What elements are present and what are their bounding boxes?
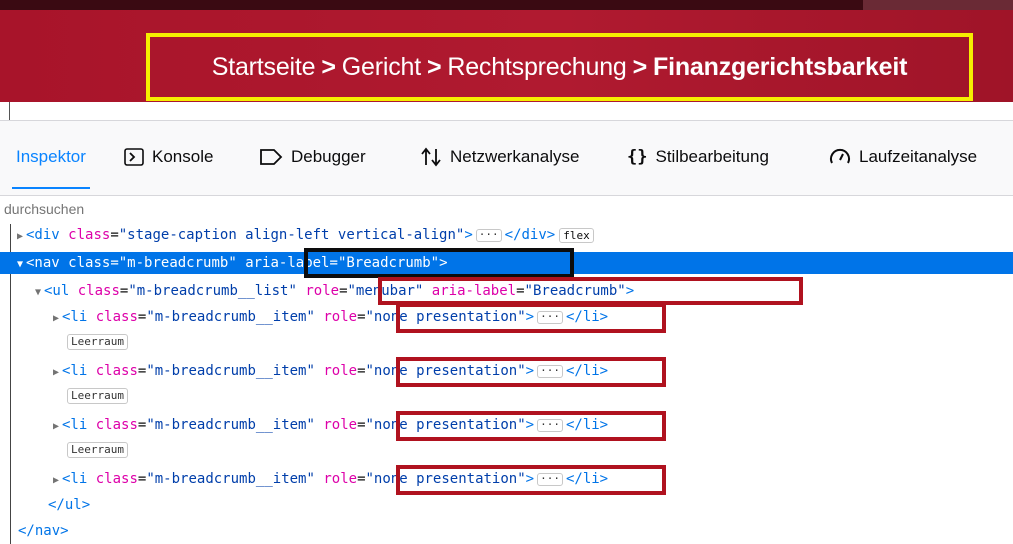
tab-konsole[interactable]: Konsole (124, 147, 213, 167)
expand-triangle-icon[interactable]: ▶ (14, 226, 26, 248)
markup-view: ▶ <div class="stage-caption align-left ve… (0, 224, 1013, 544)
collapse-triangle-icon[interactable]: ▼ (32, 282, 44, 304)
tab-label: Debugger (291, 147, 366, 166)
breadcrumb: Startseite > Gericht > Rechtsprechung > … (146, 33, 973, 101)
tab-label: Netzwerkanalyse (450, 147, 580, 166)
tree-node-div[interactable]: ▶ <div class="stage-caption align-left ve… (0, 224, 1013, 246)
expand-triangle-icon[interactable]: ▶ (50, 416, 62, 438)
search-input[interactable] (4, 201, 604, 217)
breadcrumb-current: Finanzgerichtsbarkeit (653, 52, 908, 81)
tab-stilbearbeitung[interactable]: {} Stilbearbeitung (627, 147, 769, 167)
tab-inspektor[interactable]: Inspektor (12, 147, 90, 189)
performance-icon (829, 147, 851, 167)
breadcrumb-separator: > (426, 52, 442, 81)
tab-label: Inspektor (16, 147, 86, 166)
collapse-triangle-icon[interactable]: ▼ (14, 254, 26, 276)
breadcrumb-separator: > (632, 52, 648, 81)
whitespace-badge[interactable]: Leerraum (67, 388, 128, 404)
annotation-box-role-menubar (378, 277, 803, 305)
tree-node-nav-close[interactable]: </nav> (0, 520, 1013, 542)
network-icon (420, 147, 442, 167)
tab-label: Laufzeitanalyse (859, 147, 978, 166)
expand-triangle-icon[interactable]: ▶ (50, 308, 62, 330)
expand-triangle-icon[interactable]: ▶ (50, 470, 62, 492)
breadcrumb-separator: > (321, 52, 336, 81)
annotation-box-role-presentation (396, 303, 666, 333)
site-header-banner: Startseite > Gericht > Rechtsprechung > … (0, 0, 1013, 102)
flex-badge[interactable]: flex (559, 227, 594, 243)
breadcrumb-item-gericht[interactable]: Gericht (342, 53, 421, 82)
breadcrumb-item-rechtsprechung[interactable]: Rechtsprechung (447, 53, 626, 82)
annotation-box-aria-label (304, 248, 574, 278)
tab-netzwerkanalyse[interactable]: Netzwerkanalyse (420, 147, 579, 167)
devtools-toolbar: Inspektor Konsole Debugger Netzwerkanaly… (0, 120, 1013, 196)
style-editor-icon: {} (627, 147, 648, 167)
tree-node-ul-close[interactable]: </ul> (0, 494, 1013, 516)
tab-laufzeitanalyse[interactable]: Laufzeitanalyse (829, 147, 977, 167)
expand-triangle-icon[interactable]: ▶ (50, 362, 62, 384)
markup-search (0, 196, 1013, 224)
breadcrumb-item-startseite[interactable]: Startseite (212, 53, 316, 82)
tab-label: Konsole (152, 147, 214, 166)
page-gap (0, 102, 1013, 120)
debugger-icon (259, 148, 283, 166)
console-icon (124, 148, 144, 166)
header-top-strip (0, 0, 1013, 10)
tab-label: Stilbearbeitung (655, 147, 769, 166)
whitespace-badge[interactable]: Leerraum (67, 442, 128, 458)
tab-debugger[interactable]: Debugger (259, 147, 366, 167)
collapsed-content-icon[interactable]: ··· (475, 228, 502, 242)
annotation-box-role-presentation (396, 357, 666, 387)
annotation-box-role-presentation (396, 465, 666, 495)
annotation-box-role-presentation (396, 411, 666, 441)
whitespace-badge[interactable]: Leerraum (67, 334, 128, 350)
